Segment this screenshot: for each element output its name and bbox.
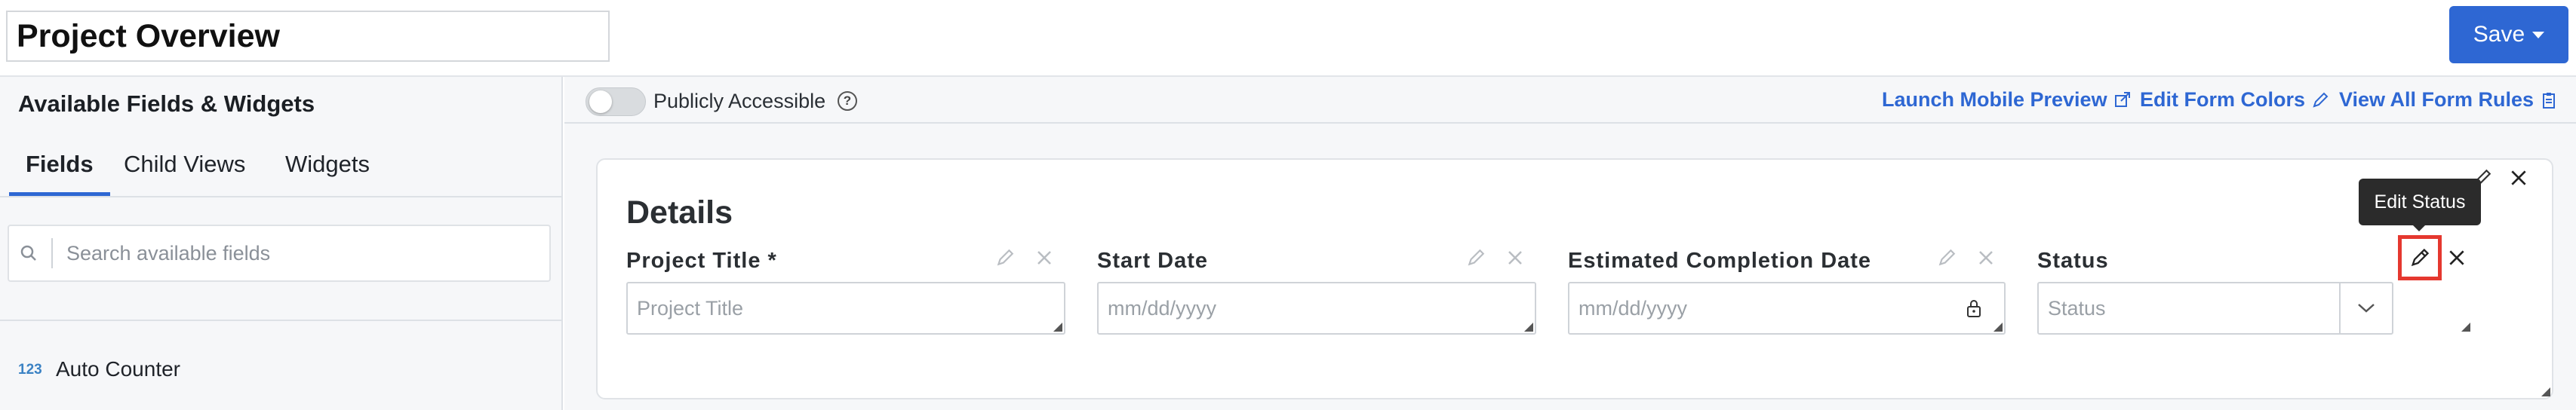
launch-mobile-preview-link[interactable]: Launch Mobile Preview [1882, 88, 2132, 112]
search-icon [20, 245, 36, 261]
pencil-icon[interactable] [993, 246, 1017, 270]
estimated-completion-date-placeholder: mm/dd/yyyy [1578, 296, 1688, 320]
public-access-label: Publicly Accessible [653, 90, 826, 112]
caret-down-icon [2532, 31, 2545, 38]
save-button-label: Save [2473, 22, 2525, 47]
project-title-input[interactable]: Project Title [626, 282, 1065, 335]
external-link-icon [2114, 91, 2130, 107]
field-resize-handle[interactable] [2461, 323, 2470, 332]
tab-child-views[interactable]: Child Views [124, 151, 245, 178]
field-resize-handle[interactable] [1524, 323, 1533, 332]
close-icon[interactable] [1503, 246, 1527, 270]
search-separator [51, 238, 53, 268]
field-label-project-title: Project Title * [626, 249, 777, 273]
tooltip-arrow [2412, 224, 2427, 231]
lock-icon [1967, 300, 1981, 317]
section-title: Details [626, 194, 733, 231]
view-all-form-rules-label: View All Form Rules [2339, 88, 2535, 111]
pencil-icon [2411, 248, 2430, 267]
tab-widgets[interactable]: Widgets [285, 151, 370, 178]
edit-form-colors-link[interactable]: Edit Form Colors [2140, 88, 2329, 112]
tabs-divider [0, 196, 561, 197]
edit-status-tooltip: Edit Status [2359, 179, 2481, 225]
number-icon: 123 [18, 362, 42, 378]
section-close-icon[interactable] [2507, 166, 2531, 190]
start-date-placeholder: mm/dd/yyyy [1108, 296, 1217, 320]
close-icon[interactable] [1032, 246, 1056, 270]
form-section-card [596, 158, 2553, 399]
public-access-toggle[interactable] [586, 87, 646, 116]
edit-form-colors-label: Edit Form Colors [2140, 88, 2306, 111]
toggle-knob [589, 90, 612, 113]
chevron-down-icon[interactable] [2339, 283, 2392, 333]
search-placeholder: Search available fields [66, 241, 271, 265]
sidebar-title: Available Fields & Widgets [18, 90, 315, 117]
project-title-placeholder: Project Title [637, 296, 744, 320]
form-title-input[interactable]: Project Overview [6, 11, 610, 62]
tab-fields[interactable]: Fields [26, 151, 94, 178]
status-select[interactable]: Status [2037, 282, 2393, 335]
view-all-form-rules-link[interactable]: View All Form Rules [2339, 88, 2558, 112]
search-input[interactable]: Search available fields [8, 225, 551, 282]
close-icon[interactable] [2445, 246, 2469, 270]
start-date-input[interactable]: mm/dd/yyyy [1097, 282, 1536, 335]
sidebar-divider [0, 320, 561, 321]
pencil-icon [2313, 92, 2329, 108]
launch-mobile-preview-label: Launch Mobile Preview [1882, 88, 2107, 111]
status-placeholder: Status [2048, 296, 2106, 320]
field-label-status: Status [2037, 249, 2109, 273]
section-resize-handle[interactable] [2541, 387, 2550, 396]
pencil-icon[interactable] [1935, 246, 1959, 270]
save-button[interactable]: Save [2449, 6, 2568, 63]
edit-status-button[interactable] [2398, 235, 2442, 280]
close-icon[interactable] [1974, 246, 1998, 270]
field-label-estimated-completion-date: Estimated Completion Date [1568, 249, 1872, 273]
estimated-completion-date-input[interactable]: mm/dd/yyyy [1568, 282, 2006, 335]
field-resize-handle[interactable] [1993, 323, 2003, 332]
field-label-start-date: Start Date [1097, 249, 1208, 273]
pencil-icon[interactable] [1464, 246, 1488, 270]
field-resize-handle[interactable] [1053, 323, 1062, 332]
toolbar-divider [564, 122, 2576, 124]
clipboard-icon [2543, 92, 2556, 109]
field-item-auto-counter[interactable]: Auto Counter [56, 357, 180, 381]
help-icon[interactable]: ? [838, 91, 857, 111]
